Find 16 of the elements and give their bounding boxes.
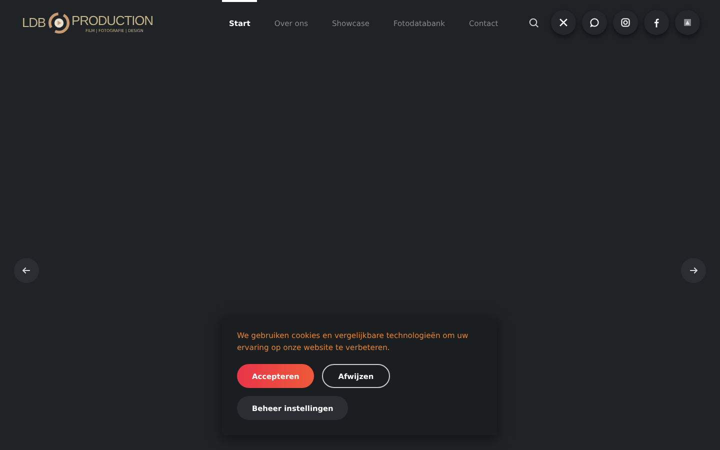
search-icon[interactable] <box>528 16 540 28</box>
arrow-left-icon <box>21 265 32 276</box>
logo-word: PRODUCTION <box>72 12 152 28</box>
swirl-icon <box>48 12 70 34</box>
social-button[interactable] <box>613 10 638 35</box>
x-icon <box>558 17 569 28</box>
app-icon <box>682 17 693 28</box>
arrow-right-icon <box>688 265 699 276</box>
social-button[interactable] <box>551 10 576 35</box>
logo-word: LDB <box>22 15 46 30</box>
social-button[interactable] <box>644 10 669 35</box>
previous-button[interactable] <box>14 258 39 283</box>
camera-icon <box>620 17 631 28</box>
social-button[interactable] <box>582 10 607 35</box>
chat-bubble-icon <box>589 17 600 28</box>
next-button[interactable] <box>681 258 706 283</box>
